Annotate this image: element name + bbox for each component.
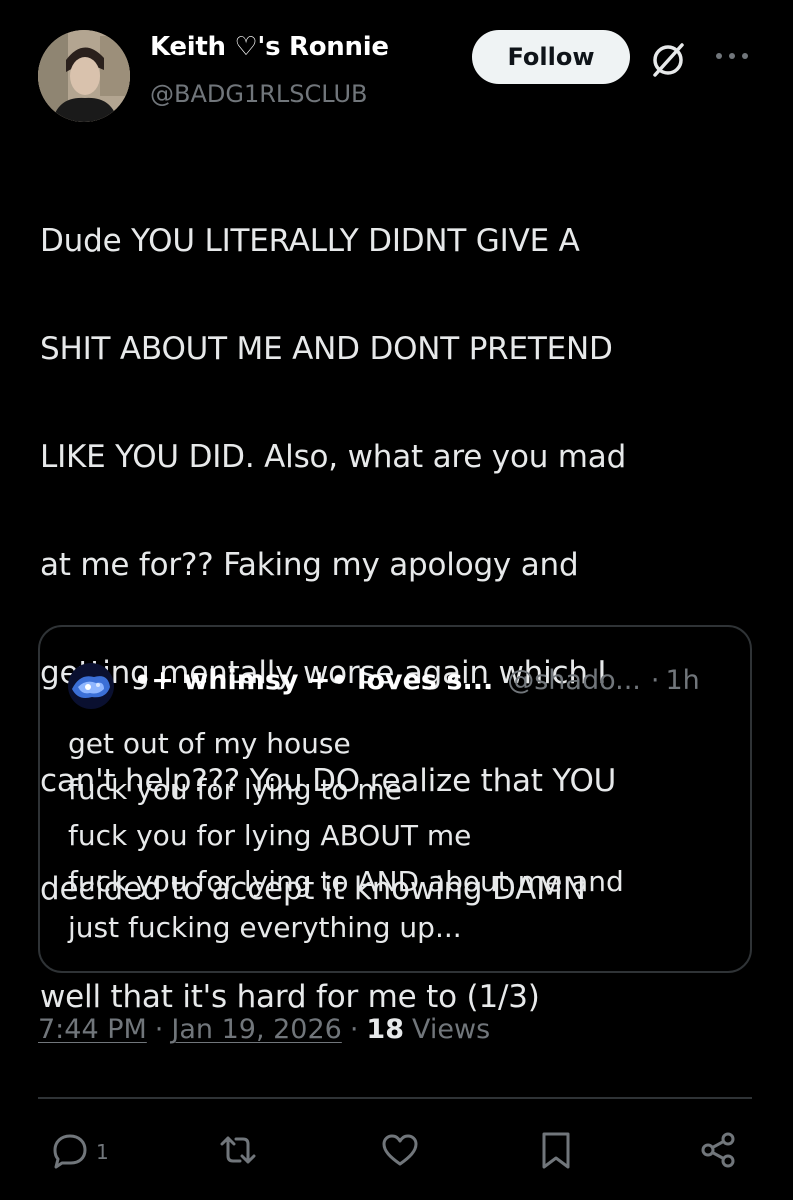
quoted-author-handle: @shado...: [507, 665, 641, 696]
quoted-tweet-text: get out of my house fuck you for lying t…: [68, 721, 728, 951]
tweet-metadata: 7:44 PM · Jan 19, 2026 · 18 Views: [38, 1014, 490, 1045]
quoted-text-line: fuck you for lying to AND about me and: [68, 865, 624, 898]
quoted-text-line: get out of my house: [68, 727, 351, 760]
bookmark-icon: [536, 1130, 576, 1174]
retweet-button[interactable]: [218, 1130, 258, 1174]
tweet-text-line: Dude YOU LITERALLY DIDNT GIVE A: [40, 223, 580, 259]
quoted-tweet-card[interactable]: •+ whimsy +• loves s... @shado... · 1h g…: [38, 625, 752, 973]
tweet-time-link[interactable]: 7:44 PM: [38, 1014, 147, 1045]
retweet-icon: [218, 1130, 258, 1174]
quoted-text-line: fuck you for lying ABOUT me: [68, 819, 472, 852]
quoted-separator: ·: [650, 665, 660, 696]
grok-icon[interactable]: [648, 40, 688, 80]
quoted-text-line: just fucking everything up...: [68, 911, 462, 944]
follow-button[interactable]: Follow: [472, 30, 630, 84]
quoted-author-avatar[interactable]: [68, 663, 114, 709]
heart-icon: [380, 1130, 420, 1174]
reply-count: 1: [96, 1140, 109, 1164]
author-avatar[interactable]: [38, 30, 130, 122]
bookmark-button[interactable]: [536, 1130, 576, 1174]
divider: [38, 1097, 752, 1099]
author-handle[interactable]: @BADG1RLSCLUB: [150, 80, 367, 108]
author-display-name[interactable]: Keith ♡'s Ronnie: [150, 32, 389, 62]
quoted-tweet-header: •+ whimsy +• loves s... @shado... · 1h: [134, 665, 700, 696]
tweet-text-line: SHIT ABOUT ME AND DONT PRETEND: [40, 331, 613, 367]
tweet-date-link[interactable]: Jan 19, 2026: [171, 1014, 341, 1045]
more-icon[interactable]: [712, 44, 752, 68]
views-label[interactable]: Views: [412, 1014, 490, 1045]
reply-icon: [50, 1130, 90, 1174]
share-icon: [698, 1130, 738, 1174]
tweet-text-line: at me for?? Faking my apology and: [40, 547, 579, 583]
quoted-author-name: •+ whimsy +• loves s...: [134, 665, 494, 696]
avatar-image: [38, 30, 130, 122]
reply-button[interactable]: 1: [50, 1130, 109, 1174]
meta-separator: ·: [349, 1014, 359, 1045]
share-button[interactable]: [698, 1130, 738, 1174]
meta-separator: ·: [154, 1014, 164, 1045]
like-button[interactable]: [380, 1130, 420, 1174]
quoted-text-line: fuck you for lying to me: [68, 773, 402, 806]
views-count[interactable]: 18: [366, 1014, 404, 1045]
tweet-text-line: LIKE YOU DID. Also, what are you mad: [40, 439, 627, 475]
quoted-timestamp: 1h: [665, 665, 700, 696]
